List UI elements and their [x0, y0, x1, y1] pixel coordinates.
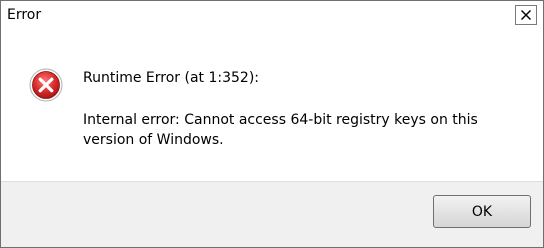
ok-button[interactable]: OK [433, 195, 531, 228]
error-message: Internal error: Cannot access 64-bit reg… [83, 112, 478, 148]
title-bar: Error [1, 1, 543, 31]
close-button[interactable] [515, 5, 537, 25]
error-icon [29, 68, 63, 102]
error-heading: Runtime Error (at 1:352): [83, 70, 260, 86]
window-title: Error [7, 7, 42, 23]
dialog-content: Runtime Error (at 1:352): Internal error… [1, 31, 543, 181]
close-icon [521, 10, 531, 20]
error-dialog: Error Runtime Error (at 1:352): Internal… [0, 0, 544, 248]
button-bar: OK [1, 181, 543, 247]
